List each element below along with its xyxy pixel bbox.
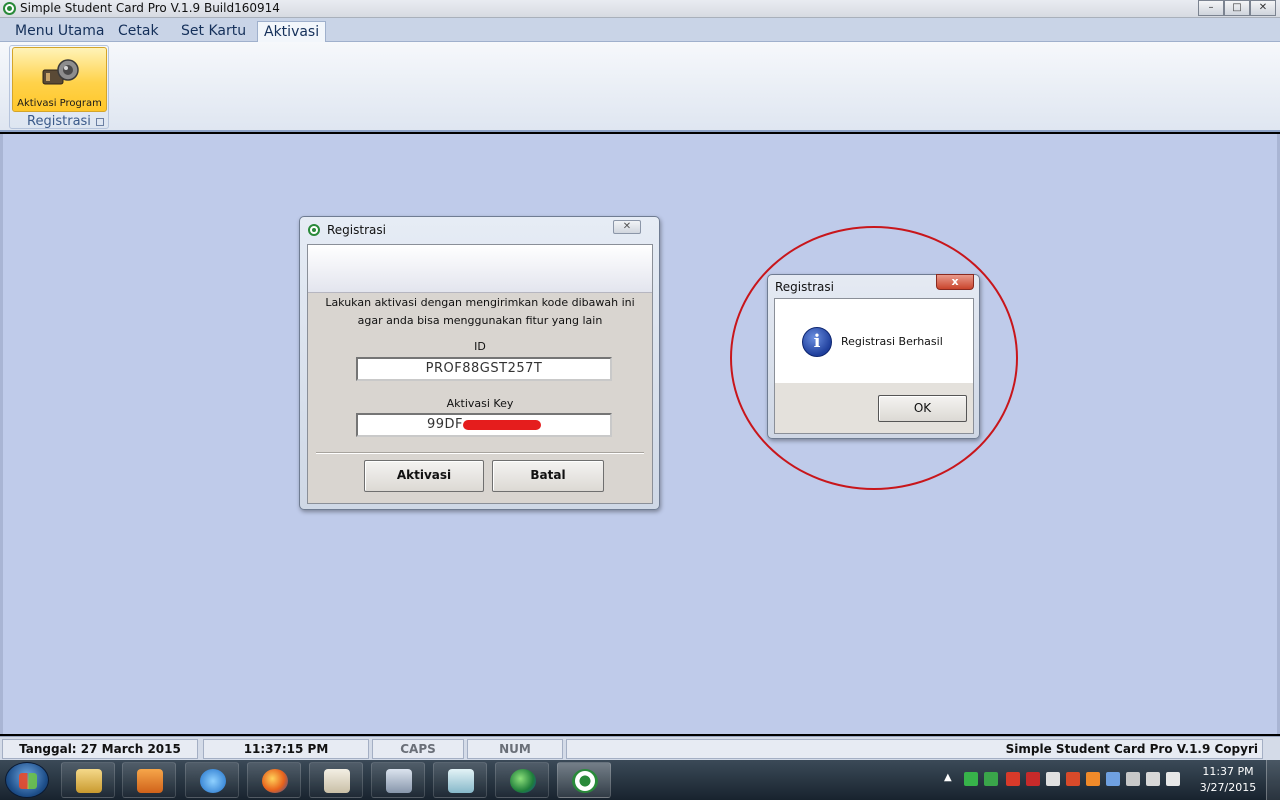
tab-cetak[interactable]: Cetak [112, 21, 165, 42]
start-button[interactable] [5, 762, 49, 798]
id-label: ID [474, 340, 486, 353]
clock-date: 3/27/2015 [1199, 781, 1257, 794]
media-player-taskbar-icon[interactable] [122, 762, 176, 798]
explorer-taskbar-icon[interactable] [61, 762, 115, 798]
id-field[interactable]: PROF88GST257T [356, 357, 612, 381]
status-num: NUM [467, 739, 563, 759]
internet-explorer-taskbar-icon[interactable] [185, 762, 239, 798]
tray-app-icon[interactable] [964, 772, 978, 786]
firefox-taskbar-icon[interactable] [247, 762, 301, 798]
message-box-close-button[interactable]: x [936, 274, 974, 290]
minimize-button[interactable]: – [1198, 0, 1224, 16]
message-box-title: Registrasi [775, 280, 834, 294]
ribbon-panel: Aktivasi Program Registrasi [0, 42, 1280, 132]
windows-taskbar: ▲ 11:37 PM 3/27/2015 [0, 760, 1280, 800]
dialog-message: Lakukan aktivasi dengan mengirimkan kode… [308, 294, 652, 330]
app-icon [3, 2, 16, 15]
dialog-title: Registrasi [327, 223, 386, 237]
window-titlebar: Simple Student Card Pro V.1.9 Build16091… [0, 0, 1280, 18]
student-card-taskbar-icon[interactable] [557, 762, 611, 798]
aktivasi-key-value: 99DF [426, 417, 464, 432]
tray-bluetooth-icon[interactable] [1106, 772, 1120, 786]
tray-shield-icon[interactable] [1026, 772, 1040, 786]
tab-aktivasi[interactable]: Aktivasi [257, 21, 327, 42]
aktivasi-program-label: Aktivasi Program [17, 98, 102, 109]
aktivasi-button[interactable]: Aktivasi [364, 460, 484, 492]
window-title: Simple Student Card Pro V.1.9 Build16091… [20, 1, 280, 15]
ribbon-tabbar: Menu Utama Cetak Set Kartu Aktivasi [0, 18, 1280, 42]
message-box: Registrasi x i Registrasi Berhasil OK [767, 274, 980, 439]
show-desktop-button[interactable] [1266, 760, 1280, 800]
window-manager-taskbar-icon[interactable] [371, 762, 425, 798]
info-icon: i [802, 327, 832, 357]
ok-button[interactable]: OK [878, 395, 967, 422]
editor-taskbar-icon[interactable] [309, 762, 363, 798]
status-time: 11:37:15 PM [203, 739, 369, 759]
close-button[interactable]: ✕ [1250, 0, 1276, 16]
batal-button[interactable]: Batal [492, 460, 604, 492]
dialog-body: Lakukan aktivasi dengan mengirimkan kode… [307, 244, 653, 504]
message-box-body: i Registrasi Berhasil OK [774, 298, 974, 434]
aktivasi-key-label: Aktivasi Key [446, 397, 514, 410]
taskbar-clock[interactable]: 11:37 PM 3/27/2015 [1196, 764, 1260, 796]
aktivasi-key-field[interactable]: 99DF [356, 413, 612, 437]
tray-sync-icon[interactable] [984, 772, 998, 786]
dialog-separator [316, 452, 644, 454]
tray-java-icon[interactable] [1086, 772, 1100, 786]
statusbar: Tanggal: 27 March 2015 11:37:15 PM CAPS … [0, 736, 1280, 760]
message-box-content: i Registrasi Berhasil [775, 299, 973, 383]
aktivasi-program-button[interactable]: Aktivasi Program [12, 47, 107, 112]
redaction-mark [463, 419, 542, 430]
status-caps: CAPS [372, 739, 464, 759]
window-controls: – □ ✕ [1198, 0, 1276, 16]
tray-volume-icon[interactable] [1166, 772, 1180, 786]
tab-menu-utama[interactable]: Menu Utama [9, 21, 110, 42]
tray-flag-icon[interactable] [1066, 772, 1080, 786]
tray-expand-icon[interactable]: ▲ [944, 772, 954, 786]
group-launcher-icon[interactable] [96, 118, 104, 126]
tray-security-icon[interactable] [1006, 772, 1020, 786]
maximize-button[interactable]: □ [1224, 0, 1250, 16]
tray-check-icon[interactable] [1046, 772, 1060, 786]
tab-set-kartu[interactable]: Set Kartu [175, 21, 252, 42]
message-box-text: Registrasi Berhasil [841, 335, 943, 348]
tray-network-icon[interactable] [1146, 772, 1160, 786]
dialog-app-icon [308, 224, 320, 236]
notes-taskbar-icon[interactable] [433, 762, 487, 798]
system-tray: ▲ [940, 766, 1190, 794]
message-line-1: Lakukan aktivasi dengan mengirimkan kode… [325, 296, 635, 309]
message-line-2: agar anda bisa menggunakan fitur yang la… [357, 314, 603, 327]
registrasi-dialog: Registrasi ✕ Lakukan aktivasi dengan men… [299, 216, 660, 510]
status-app-name: Simple Student Card Pro V.1.9 Copyri [566, 739, 1263, 759]
ribbon-group-registrasi: Aktivasi Program Registrasi [9, 45, 109, 129]
globe-taskbar-icon[interactable] [495, 762, 549, 798]
clock-time: 11:37 PM [1202, 765, 1254, 778]
status-date: Tanggal: 27 March 2015 [2, 739, 198, 759]
tray-device-icon[interactable] [1126, 772, 1140, 786]
dialog-banner [308, 245, 652, 293]
group-label-registrasi: Registrasi [27, 114, 91, 129]
key-lock-icon [42, 59, 79, 85]
dialog-close-button[interactable]: ✕ [613, 220, 641, 234]
